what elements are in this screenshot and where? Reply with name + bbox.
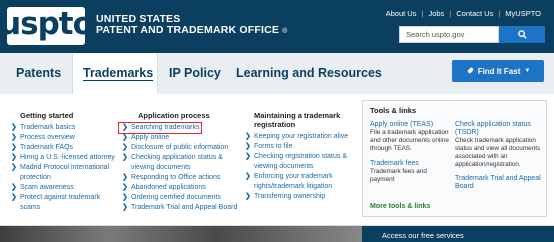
menu-item-searching-trademarks[interactable]: ❯ Searching trademarks <box>117 122 244 134</box>
more-tools-link[interactable]: More tools & links <box>370 203 430 210</box>
column-title: Application process <box>138 111 210 120</box>
agency-line2: PATENT AND TRADEMARK OFFICE <box>96 24 280 36</box>
tools-and-links-box: Tools & links Apply online (TEAS) File a… <box>362 100 547 217</box>
tools-title: Tools & links <box>370 106 417 115</box>
tools-right-column: Check application status (TSDR) Check tr… <box>455 121 543 191</box>
chevron-right-icon: ❯ <box>11 144 17 151</box>
services-text[interactable]: Access our free services <box>382 231 464 240</box>
chevron-right-icon: ❯ <box>11 154 17 161</box>
menu-item[interactable]: ❯ Apply online <box>122 133 244 143</box>
nav-ip-policy[interactable]: IP Policy <box>169 66 221 80</box>
menu-item[interactable]: ❯ Process overview <box>11 133 121 143</box>
about-us-link[interactable]: About Us <box>381 9 422 18</box>
menu-column-maintaining: Maintaining a trademark registration ❯ Ke… <box>245 111 357 202</box>
menu-item[interactable]: ❯ Madrid Protocol international protectio… <box>11 163 121 183</box>
chevron-right-icon: ❯ <box>11 184 17 191</box>
chevron-right-icon: ❯ <box>122 134 128 141</box>
chevron-right-icon: ❯ <box>122 144 128 151</box>
chevron-right-icon: ❯ <box>245 193 251 200</box>
menu-item[interactable]: ❯ Enforcing your trademark rights/tradema… <box>245 172 357 192</box>
menu-item[interactable]: ❯ Responding to Office actions <box>122 173 244 183</box>
menu-item[interactable]: ❯ Transferring ownership <box>245 192 357 202</box>
chevron-right-icon: ❯ <box>122 194 128 201</box>
menu-item[interactable]: ❯ Protect against trademark scams <box>11 193 121 213</box>
tool-desc: Check trademark application status and v… <box>455 137 541 168</box>
nav-trademarks[interactable]: Trademarks <box>83 66 153 80</box>
chevron-right-icon: ❯ <box>122 124 128 131</box>
jobs-link[interactable]: Jobs <box>423 9 449 18</box>
uspto-logo[interactable]: uspto <box>0 7 94 45</box>
myuspto-link[interactable]: MyUSPTO <box>500 9 546 18</box>
site-header: uspto UNITED STATES PATENT AND TRADEMARK… <box>0 0 554 52</box>
agency-name: UNITED STATES PATENT AND TRADEMARK OFFIC… <box>96 14 287 37</box>
chevron-right-icon: ❯ <box>11 134 17 141</box>
chevron-right-icon: ❯ <box>245 173 251 180</box>
tool-link-teas[interactable]: Apply online (TEAS) <box>370 121 452 129</box>
rocket-icon <box>466 67 474 74</box>
chevron-right-icon: ❯ <box>245 143 251 150</box>
menu-item[interactable]: ❯ Trademark basics <box>11 123 121 133</box>
menu-column-application-process: Application process ❯ Searching trademark… <box>117 111 244 213</box>
highlight-box: ❯ Searching trademarks <box>117 122 203 134</box>
chevron-right-icon: ❯ <box>122 184 128 191</box>
tool-link-tsdr[interactable]: Check application status (TSDR) <box>455 121 543 137</box>
page-bottom-strip: Access our free services <box>0 226 554 242</box>
chevron-right-icon: ❯ <box>245 153 251 160</box>
tools-left-column: Apply online (TEAS) File a trademark app… <box>370 121 452 184</box>
tool-desc: File a trademark application and other d… <box>370 129 449 152</box>
column-title: Maintaining a trademark registration <box>254 111 341 129</box>
menu-item[interactable]: ❯ Disclosure of public information <box>122 143 244 153</box>
chevron-down-icon: ▼ <box>524 68 531 74</box>
menu-item[interactable]: ❯ Ordering certified documents <box>122 193 244 203</box>
menu-item[interactable]: ❯ Forms to file <box>245 142 357 152</box>
find-it-fast-label: Find It Fast <box>477 66 521 76</box>
menu-column-getting-started: Getting started ❯ Trademark basics ❯ Proce… <box>11 111 121 213</box>
menu-item[interactable]: ❯ Hiring a U.S.-licensed attorney <box>11 153 121 163</box>
tool-link-fees[interactable]: Trademark fees <box>370 160 452 168</box>
menu-item[interactable]: ❯ Scam awareness <box>11 183 121 193</box>
chevron-right-icon: ❯ <box>11 164 17 171</box>
chevron-right-icon: ❯ <box>122 204 128 211</box>
tool-link-ttab[interactable]: Trademark Trial and Appeal Board <box>455 175 543 191</box>
tool-desc: Trademark fees and payment <box>370 168 427 183</box>
chevron-right-icon: ❯ <box>122 154 128 161</box>
menu-item[interactable]: ❯ Trademark FAQs <box>11 143 121 153</box>
nav-patents[interactable]: Patents <box>16 66 61 80</box>
logo-text: uspto <box>0 5 94 42</box>
contact-us-link[interactable]: Contact Us <box>451 9 498 18</box>
chevron-right-icon: ❯ <box>122 174 128 181</box>
find-it-fast-button[interactable]: Find It Fast ▼ <box>452 60 544 82</box>
registered-mark: ® <box>282 28 288 35</box>
menu-item[interactable]: ❯ Checking application status & viewing d… <box>122 153 244 173</box>
menu-item[interactable]: ❯ Trademark Trial and Appeal Board <box>122 203 244 213</box>
menu-item[interactable]: ❯ Abandoned applications <box>122 183 244 193</box>
utility-links: About Us | Jobs | Contact Us | MyUSPTO <box>381 9 546 18</box>
column-title: Getting started <box>20 111 74 120</box>
search-button[interactable] <box>499 26 545 43</box>
chevron-right-icon: ❯ <box>11 194 17 201</box>
menu-item[interactable]: ❯ Checking registration status & viewing … <box>245 152 357 172</box>
hero-image <box>0 226 362 242</box>
nav-learning-resources[interactable]: Learning and Resources <box>236 66 382 80</box>
chevron-right-icon: ❯ <box>245 133 251 140</box>
search-input[interactable]: Search uspto.gov <box>399 26 499 43</box>
search-icon <box>517 30 527 39</box>
chevron-right-icon: ❯ <box>11 124 17 131</box>
menu-item[interactable]: ❯ Keeping your registration alive <box>245 132 357 142</box>
services-banner: Access our free services <box>362 226 554 242</box>
